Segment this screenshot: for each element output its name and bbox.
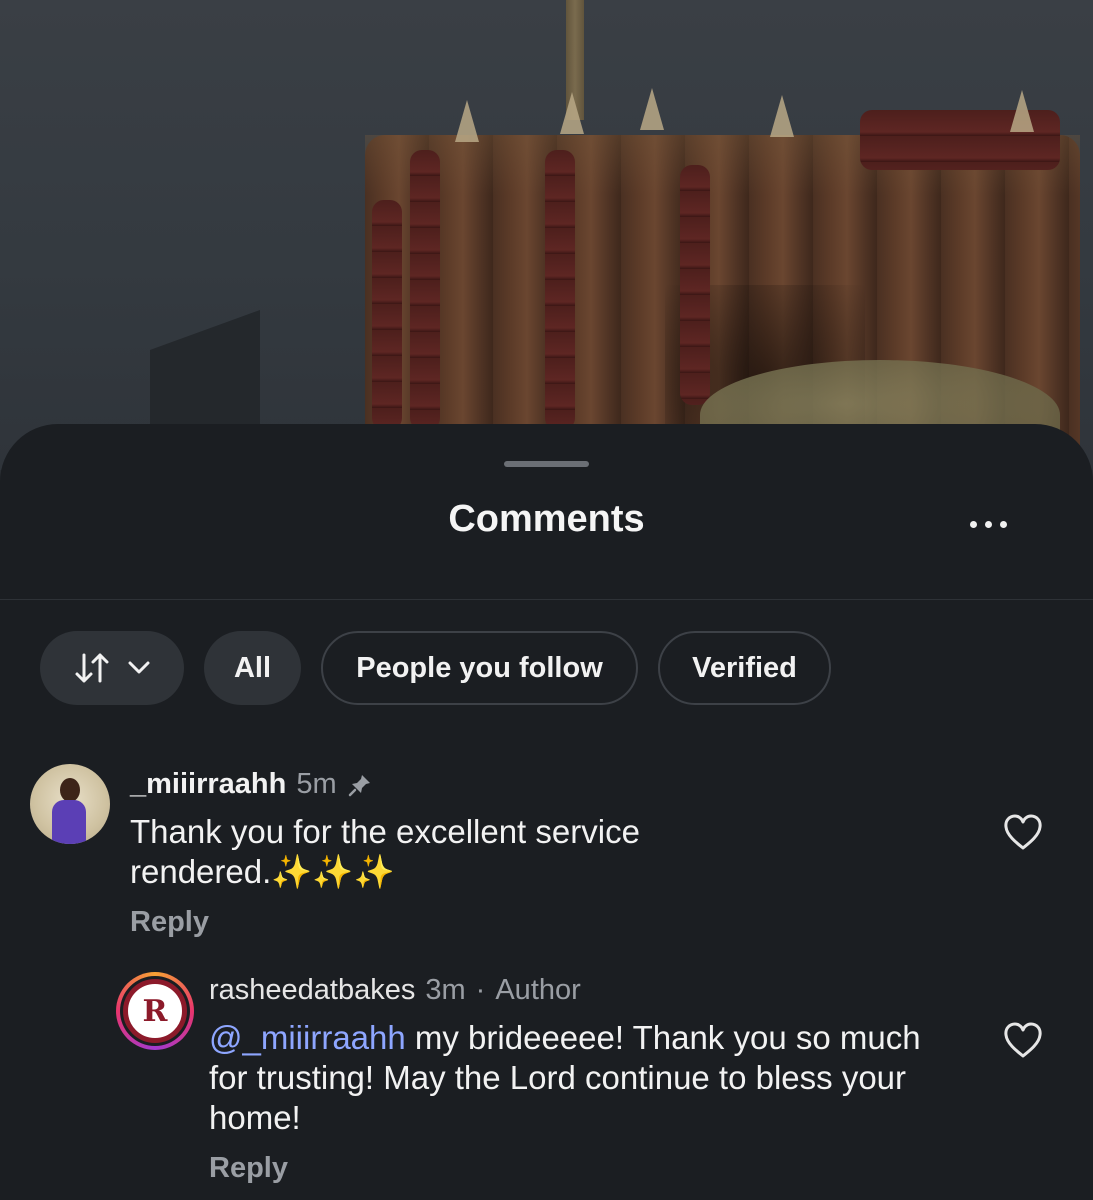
sort-arrows-icon: [75, 653, 109, 683]
meta-separator: ·: [475, 974, 486, 1006]
cake-bead-strand: [410, 150, 440, 430]
chocolate-shard: [455, 100, 479, 142]
sort-dropdown-button[interactable]: [40, 631, 184, 705]
comment-timestamp: 5m: [296, 768, 337, 800]
cake-bead-strand: [545, 150, 575, 430]
brand-logo-icon: R: [123, 979, 187, 1043]
chocolate-shard: [770, 95, 794, 137]
author-badge: Author: [495, 974, 581, 1006]
avatar-person-head: [60, 778, 80, 802]
sheet-drag-handle[interactable]: [504, 461, 589, 467]
comment-text: Thank you for the excellent service rend…: [130, 813, 640, 890]
reply-button[interactable]: Reply: [130, 906, 209, 939]
comment-text: @_miiirraahh my brideeeee! Thank you so …: [209, 1018, 929, 1138]
more-options-button[interactable]: [956, 504, 1020, 544]
more-dot-icon: [969, 520, 977, 528]
reply-button[interactable]: Reply: [209, 1152, 288, 1185]
cake-bead-strand: [372, 200, 402, 430]
sheet-title: Comments: [448, 498, 645, 540]
avatar[interactable]: R: [116, 972, 194, 1050]
chevron-down-icon: [128, 661, 150, 674]
avatar-person-body: [52, 800, 86, 844]
chocolate-shard: [560, 92, 584, 134]
chocolate-shard: [1010, 90, 1034, 132]
comment-meta: _miiirraahh 5m: [130, 768, 373, 801]
filter-chip-all[interactable]: All: [204, 631, 301, 705]
heart-icon[interactable]: [1001, 1018, 1045, 1062]
comments-sheet: Comments All People you follow Verified: [0, 424, 1093, 1200]
app-viewport: Comments All People you follow Verified: [0, 0, 1093, 1200]
mention-link[interactable]: @_miiirraahh: [209, 1019, 406, 1056]
cake-bead-strand: [680, 165, 710, 405]
heart-icon[interactable]: [1001, 810, 1045, 854]
avatar-inner: R: [120, 976, 190, 1046]
filter-chip-verified[interactable]: Verified: [658, 631, 831, 705]
comment-timestamp: 3m: [425, 974, 466, 1006]
filter-chip-people-you-follow[interactable]: People you follow: [321, 631, 638, 705]
avatar[interactable]: [30, 764, 110, 844]
chocolate-shard: [640, 88, 664, 130]
post-image-background: [0, 0, 1093, 491]
pin-icon: [348, 774, 370, 796]
comment-filter-bar: All People you follow Verified: [40, 631, 831, 705]
more-dot-icon: [999, 520, 1007, 528]
more-dot-icon: [984, 520, 992, 528]
header-divider: [0, 599, 1093, 600]
comment-meta: rasheedatbakes 3m · Author: [209, 974, 581, 1007]
comment-username[interactable]: _miiirraahh: [130, 768, 286, 801]
comment-username[interactable]: rasheedatbakes: [209, 974, 415, 1007]
